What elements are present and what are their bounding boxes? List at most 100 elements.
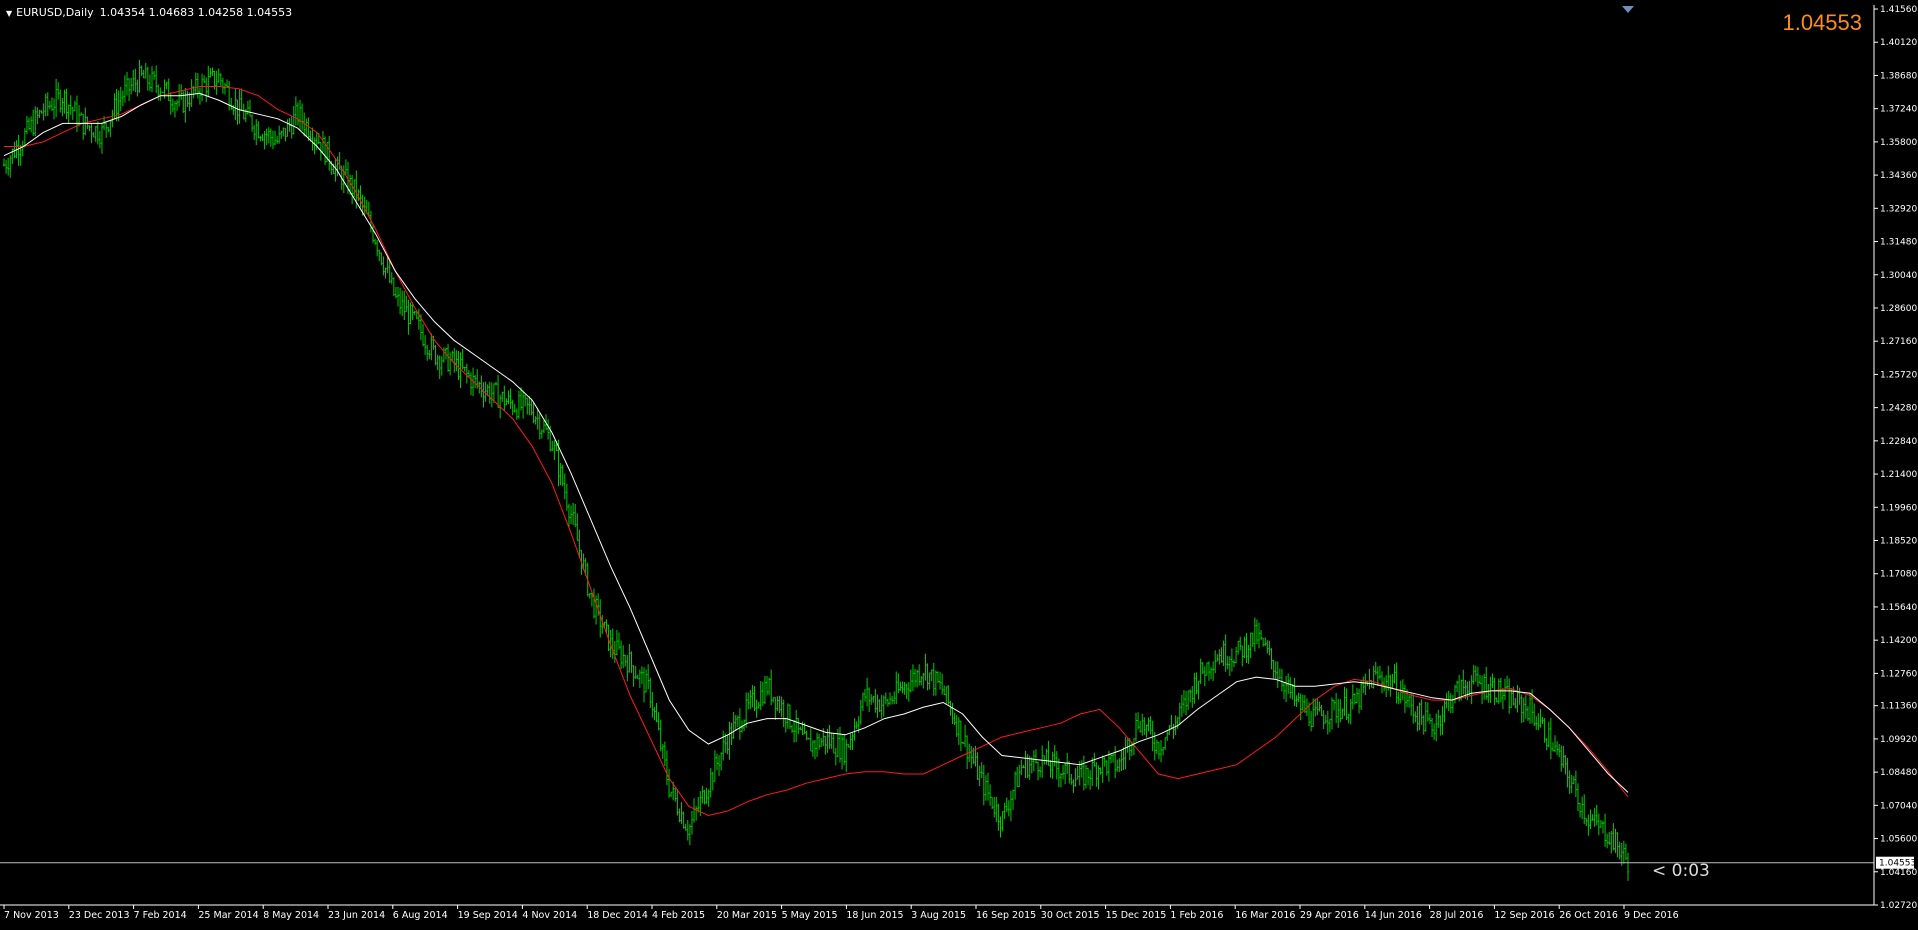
price-bar <box>1228 656 1231 677</box>
price-bar <box>561 464 564 487</box>
scroll-marker-icon[interactable] <box>1622 6 1634 13</box>
price-bar <box>1485 666 1488 700</box>
price-bar <box>799 726 802 731</box>
price-bar <box>271 130 274 149</box>
price-bar <box>1185 690 1188 716</box>
price-bar <box>50 97 53 111</box>
price-bar <box>984 775 987 801</box>
price-bar <box>115 89 118 122</box>
price-bar <box>1539 708 1542 728</box>
price-bar <box>780 696 783 718</box>
price-bar <box>553 440 556 460</box>
price-bar <box>876 694 879 718</box>
price-tick-label: 1.22840 <box>1880 437 1917 447</box>
price-bar <box>1012 789 1015 810</box>
price-bar <box>1187 690 1190 711</box>
price-bar <box>1537 713 1540 731</box>
price-tick-label: 1.28600 <box>1880 304 1917 314</box>
price-bar <box>611 628 614 659</box>
price-bar <box>46 92 49 117</box>
time-tick-label: 19 Sep 2014 <box>458 910 518 921</box>
time-tick-label: 6 Aug 2014 <box>393 910 448 921</box>
chart-canvas[interactable]: 1.41560 1.40120 1.38680 1.37240 1.35800 1.343… <box>0 0 1918 930</box>
price-bar <box>1351 684 1354 710</box>
price-bar <box>811 740 814 757</box>
price-bar <box>240 88 243 112</box>
price-bar <box>465 363 468 384</box>
price-bar <box>1055 751 1058 780</box>
price-bar <box>198 87 201 105</box>
price-bar <box>924 653 927 681</box>
price-bar <box>9 154 12 178</box>
price-bar <box>1057 758 1060 788</box>
price-bar <box>1087 767 1090 786</box>
price-bar <box>1560 745 1563 772</box>
price-bar <box>1341 708 1344 720</box>
time-tick-label: 7 Feb 2014 <box>134 910 187 921</box>
price-bar <box>1001 811 1004 832</box>
price-bar <box>630 651 633 673</box>
price-bar <box>926 663 929 691</box>
price-bar <box>959 720 962 752</box>
price-bar <box>1418 702 1421 731</box>
price-bar <box>943 685 946 695</box>
price-axis[interactable]: 1.41560 1.40120 1.38680 1.37240 1.35800 1.343… <box>1874 5 1917 911</box>
price-bar <box>344 159 347 175</box>
price-bar <box>1518 687 1521 705</box>
price-bar <box>701 785 704 804</box>
price-bar <box>526 397 529 415</box>
price-bar <box>1439 715 1442 736</box>
price-bar <box>982 764 985 806</box>
price-bar <box>1524 695 1527 719</box>
price-bar <box>513 403 516 413</box>
price-bar <box>153 71 156 80</box>
price-bar <box>1170 714 1173 730</box>
price-bar <box>1395 662 1398 704</box>
price-bar <box>184 88 187 123</box>
price-bar <box>522 390 525 419</box>
price-bar <box>1018 765 1021 788</box>
price-bar <box>461 348 464 370</box>
price-bar <box>173 101 176 118</box>
price-bar <box>1132 738 1135 755</box>
price-bar <box>442 347 445 363</box>
price-bar <box>474 374 477 389</box>
price-bar <box>1372 665 1375 689</box>
price-bar <box>1283 681 1286 699</box>
price-bar <box>1116 759 1119 772</box>
price-tick-label: 1.40120 <box>1880 38 1917 48</box>
price-bar <box>265 128 268 146</box>
price-bar <box>1195 672 1198 695</box>
price-bar <box>436 354 439 371</box>
price-bar <box>1437 709 1440 728</box>
price-bar <box>1320 704 1323 716</box>
price-bar <box>880 694 883 719</box>
price-bar <box>1326 710 1329 735</box>
time-tick-label: 3 Aug 2015 <box>911 910 966 921</box>
price-tick-label: 1.15640 <box>1880 603 1917 613</box>
price-bar <box>428 350 431 360</box>
price-bar <box>901 681 904 694</box>
price-bar <box>148 74 151 92</box>
price-bar <box>647 664 650 690</box>
price-bar <box>626 655 629 682</box>
price-bar <box>449 352 452 376</box>
price-bar <box>65 88 68 120</box>
price-bar <box>7 157 10 176</box>
time-axis[interactable]: 7 Nov 2013 23 Dec 2013 7 Feb 2014 25 Mar 20… <box>3 905 1679 921</box>
price-bar <box>1378 665 1381 680</box>
price-bar <box>941 673 944 695</box>
price-bar <box>1589 809 1592 829</box>
price-bar <box>863 688 866 702</box>
price-bar <box>628 643 631 673</box>
time-tick-label: 20 Mar 2015 <box>717 910 777 921</box>
collapse-triangle-icon[interactable]: ▼ <box>6 9 12 18</box>
price-bar <box>651 691 654 718</box>
price-bar <box>392 277 395 297</box>
price-bar <box>1280 668 1283 692</box>
price-bar <box>1324 715 1327 724</box>
price-bar <box>1397 691 1400 705</box>
price-bar <box>524 394 527 407</box>
price-bar <box>490 382 493 408</box>
price-bar <box>770 669 773 706</box>
